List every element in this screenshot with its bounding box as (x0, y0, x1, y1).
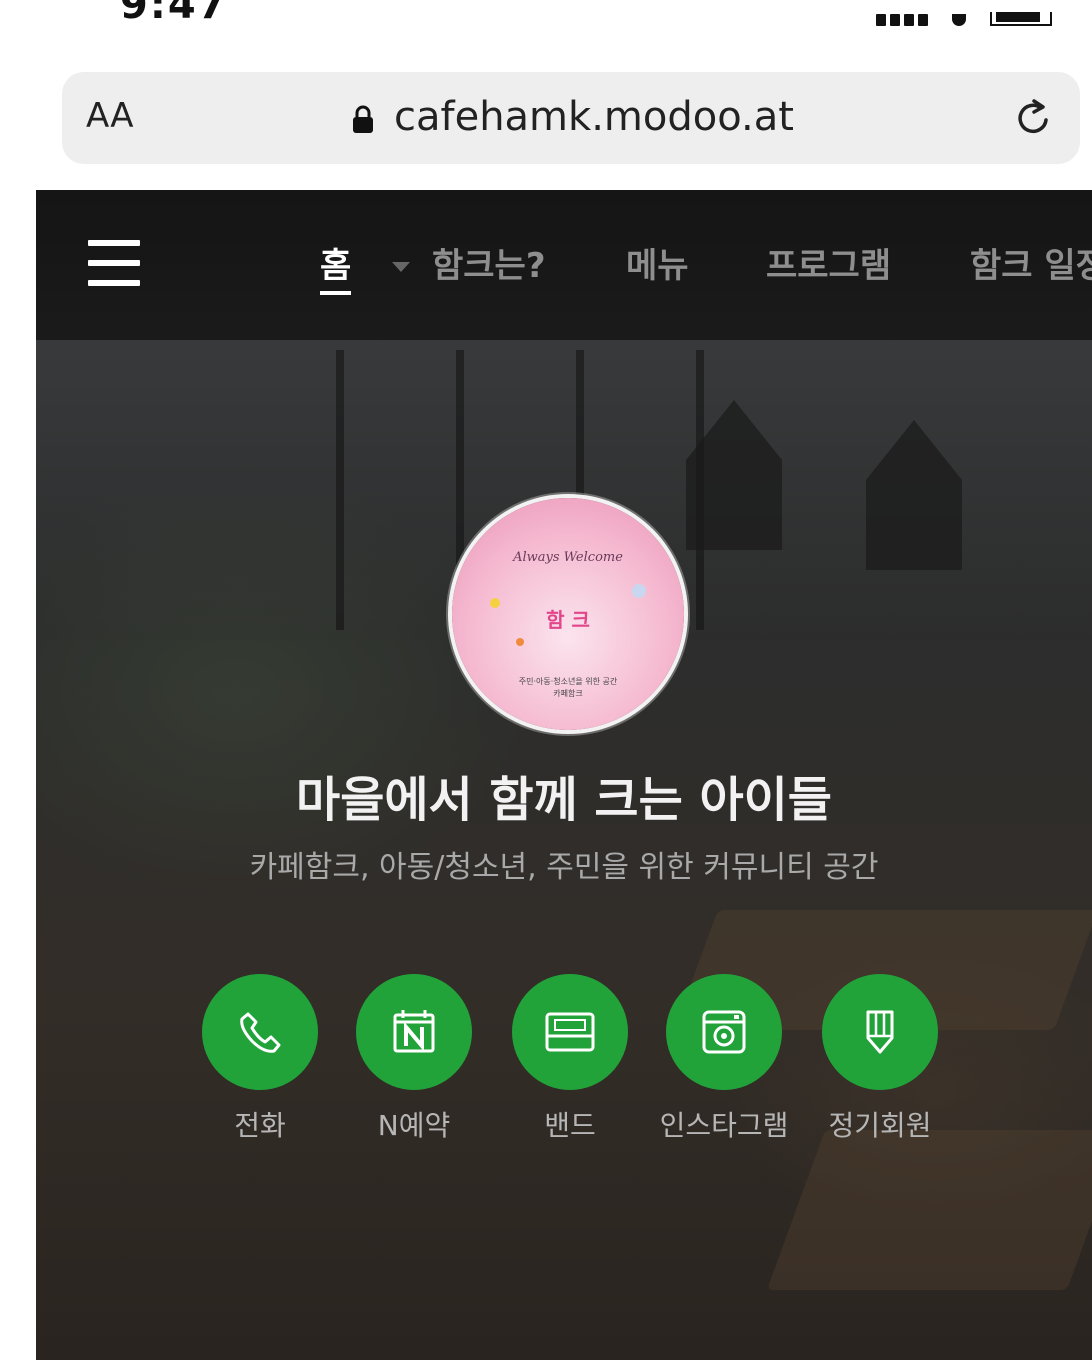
background-house-roof (686, 400, 782, 460)
tab-program[interactable]: 프로그램 (766, 238, 891, 287)
naver-booking-label: N예약 (377, 1109, 451, 1142)
lock-icon (353, 105, 373, 133)
battery-icon (990, 12, 1052, 26)
band-label: 밴드 (544, 1109, 596, 1142)
instagram-button-circle[interactable] (666, 974, 782, 1090)
instagram-button[interactable]: 인스타그램 (660, 974, 788, 1144)
logo-tagline: Always Welcome (513, 550, 623, 565)
wifi-icon (952, 14, 966, 26)
text-size-button[interactable]: AA (86, 96, 133, 136)
instagram-icon (702, 1010, 746, 1054)
logo-name: 함 크 (546, 608, 590, 632)
logo-caption: 주민·아동·청소년을 위한 공간 (518, 677, 618, 686)
call-button-circle[interactable] (202, 974, 318, 1090)
logo-decoration (516, 638, 524, 646)
call-button[interactable]: 전화 (202, 974, 320, 1144)
status-time: 9:47 (120, 0, 228, 28)
background-table (766, 1130, 1092, 1290)
menu-button[interactable] (88, 240, 140, 286)
membership-button[interactable]: 정기회원 (822, 974, 940, 1144)
address-bar[interactable]: AA cafehamk.modoo.at (62, 72, 1080, 164)
membership-label: 정기회원 (828, 1109, 932, 1142)
tab-menu[interactable]: 메뉴 (626, 238, 689, 287)
call-label: 전화 (234, 1109, 286, 1142)
background-pillar (336, 350, 344, 630)
chevron-down-icon (392, 262, 410, 272)
tab-schedule[interactable]: 함크 일정 (970, 238, 1092, 287)
pencil-icon (866, 1010, 894, 1054)
phone-icon (240, 1012, 281, 1053)
naver-booking-button[interactable]: N예약 (356, 974, 474, 1144)
band-icon (545, 1012, 595, 1052)
naver-booking-circle[interactable] (356, 974, 472, 1090)
membership-button-circle[interactable] (822, 974, 938, 1090)
cellular-signal-icon (876, 14, 930, 26)
logo-caption: 카페함크 (553, 689, 583, 698)
action-buttons: 전화 N예약 밴드 인스타그램 정기회원 (202, 974, 942, 1154)
logo-decoration (632, 584, 646, 598)
hero-subtitle: 카페함크, 아동/청소년, 주민을 위한 커뮤니티 공간 (249, 850, 879, 885)
band-button[interactable]: 밴드 (512, 974, 630, 1144)
background-house (686, 460, 782, 550)
reload-icon[interactable] (1012, 96, 1056, 140)
band-button-circle[interactable] (512, 974, 628, 1090)
hero-section: 홈 함크는? 메뉴 프로그램 함크 일정 Always Welcome 함 크 … (36, 190, 1092, 1360)
background-house (866, 480, 962, 570)
site-nav: 홈 함크는? 메뉴 프로그램 함크 일정 (36, 190, 1092, 340)
instagram-label: 인스타그램 (659, 1109, 789, 1142)
tab-about[interactable]: 함크는? (432, 238, 546, 287)
hero-title: 마을에서 함께 크는 아이들 (296, 772, 832, 828)
hamburger-icon (88, 240, 140, 246)
naver-booking-icon (393, 1010, 435, 1053)
tab-home[interactable]: 홈 (320, 238, 352, 295)
url-text[interactable]: cafehamk.modoo.at (394, 94, 794, 140)
status-bar: 9:47 (0, 0, 1092, 40)
cafe-logo: Always Welcome 함 크 주민·아동·청소년을 위한 공간 카페함크 (452, 498, 684, 730)
background-house-roof (866, 420, 962, 480)
text-size-label: AA (86, 96, 134, 136)
